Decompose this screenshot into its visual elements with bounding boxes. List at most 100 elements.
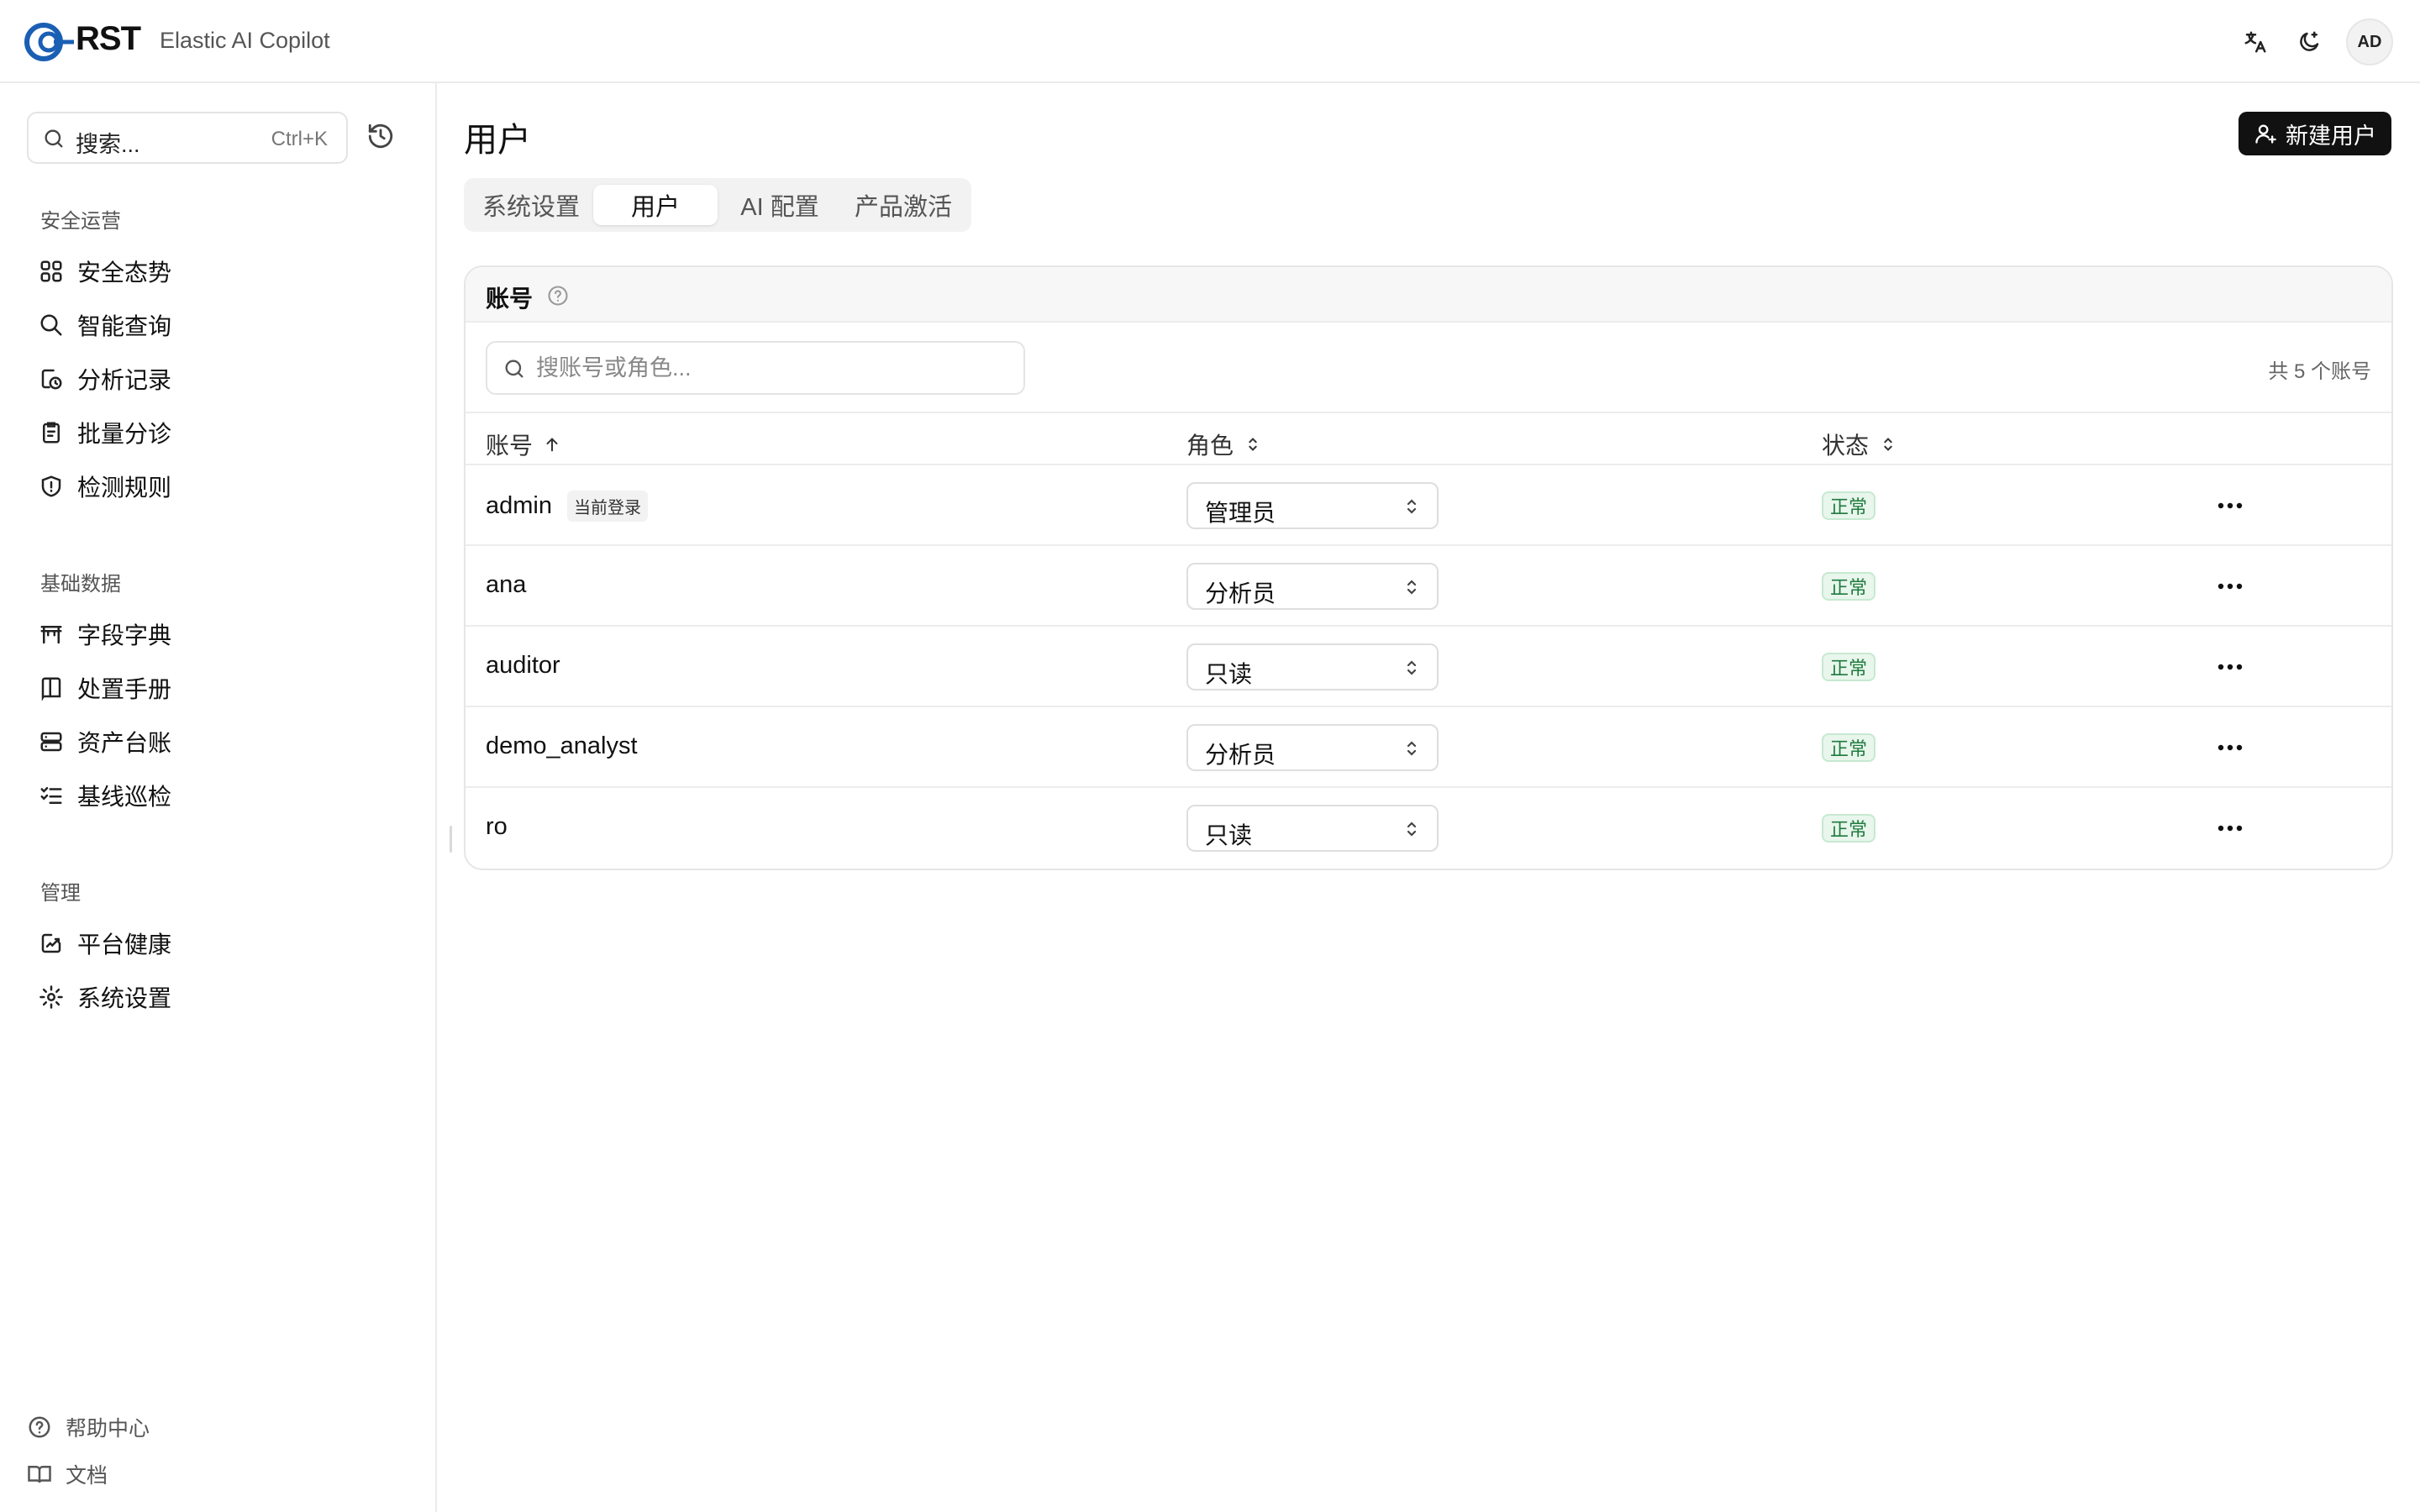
sidebar-item-asset-ledger[interactable]: 资产台账 bbox=[27, 718, 410, 765]
account-name: demo_analyst bbox=[486, 732, 638, 759]
column-header-label: 账号 bbox=[486, 433, 534, 459]
more-actions-icon[interactable] bbox=[2213, 815, 2247, 842]
role-select-value: 分析员 bbox=[1205, 580, 1276, 606]
search-shortcut: Ctrl+K bbox=[271, 128, 328, 150]
sidebar-item-label: 处置手册 bbox=[77, 676, 172, 702]
role-select-value: 分析员 bbox=[1205, 742, 1276, 768]
sort-toggle-icon bbox=[1879, 435, 1897, 454]
column-header-role[interactable]: 角色 bbox=[1186, 428, 1262, 461]
sidebar-group-title: 管理 bbox=[40, 882, 81, 905]
sidebar-item-system-settings[interactable]: 系统设置 bbox=[27, 974, 410, 1021]
help-icon bbox=[27, 1415, 52, 1440]
new-user-button[interactable]: 新建用户 bbox=[2238, 112, 2391, 155]
sidebar-item-label: 基线巡检 bbox=[77, 784, 172, 810]
gear-icon bbox=[39, 984, 64, 1010]
sidebar-item-label: 字段字典 bbox=[77, 622, 172, 648]
sidebar-item-label: 智能查询 bbox=[77, 313, 172, 339]
sidebar-group-title: 安全运营 bbox=[40, 210, 121, 233]
account-search-input[interactable] bbox=[536, 351, 1007, 385]
tab-ai-config[interactable]: AI 配置 bbox=[719, 185, 840, 225]
theme-moon-icon[interactable] bbox=[2292, 25, 2326, 59]
sidebar-item-security-posture[interactable]: 安全态势 bbox=[27, 248, 410, 295]
clipboard-icon bbox=[39, 420, 64, 445]
sidebar-item-batch-triage[interactable]: 批量分诊 bbox=[27, 409, 410, 456]
chart-icon bbox=[39, 931, 64, 956]
account-search[interactable] bbox=[486, 341, 1025, 395]
status-badge: 正常 bbox=[1822, 572, 1876, 601]
table-row: ana 分析员 正常 bbox=[466, 546, 2391, 627]
accounts-card-header: 账号 bbox=[466, 267, 2391, 323]
sidebar: 搜索... Ctrl+K 安全运营 安全态势 智能查询 分析记录 批量分诊 检测… bbox=[0, 83, 437, 1512]
sidebar-item-detection-rules[interactable]: 检测规则 bbox=[27, 463, 410, 510]
page-title: 用户 bbox=[464, 122, 531, 159]
role-select-value: 只读 bbox=[1205, 822, 1253, 848]
sidebar-item-label: 安全态势 bbox=[77, 260, 172, 286]
chevron-up-down-icon bbox=[1402, 496, 1422, 517]
history-icon bbox=[39, 366, 64, 391]
chevron-up-down-icon bbox=[1402, 577, 1422, 597]
table-row: demo_analyst 分析员 正常 bbox=[466, 707, 2391, 788]
tab-product-activation[interactable]: 产品激活 bbox=[842, 185, 965, 225]
more-actions-icon[interactable] bbox=[2213, 573, 2247, 600]
table-header: 账号 角色 状态 bbox=[466, 412, 2391, 465]
role-select[interactable]: 分析员 bbox=[1186, 724, 1439, 771]
more-actions-icon[interactable] bbox=[2213, 654, 2247, 680]
grid-icon bbox=[39, 259, 64, 284]
sidebar-item-label: 资产台账 bbox=[77, 730, 172, 756]
account-name: admin bbox=[486, 492, 552, 519]
sidebar-docs[interactable]: 文档 bbox=[27, 1456, 108, 1493]
status-badge: 正常 bbox=[1822, 814, 1876, 843]
table-row: admin 当前登录 管理员 正常 bbox=[466, 465, 2391, 546]
checklist-icon bbox=[39, 783, 64, 808]
chevron-up-down-icon bbox=[1402, 738, 1422, 759]
sidebar-group-title: 基础数据 bbox=[40, 573, 121, 596]
search-icon bbox=[39, 312, 64, 338]
sidebar-item-playbook[interactable]: 处置手册 bbox=[27, 664, 410, 711]
account-name: auditor bbox=[486, 652, 560, 679]
user-avatar[interactable]: AD bbox=[2346, 18, 2393, 66]
account-cell: admin 当前登录 bbox=[486, 491, 648, 522]
table-row: ro 只读 正常 bbox=[466, 788, 2391, 869]
shield-icon bbox=[39, 474, 64, 499]
server-icon bbox=[39, 729, 64, 754]
sidebar-item-smart-query[interactable]: 智能查询 bbox=[27, 302, 410, 349]
sidebar-item-label: 检测规则 bbox=[77, 475, 172, 501]
sort-ascending-icon bbox=[543, 435, 561, 454]
role-select[interactable]: 只读 bbox=[1186, 643, 1439, 690]
sidebar-item-label: 平台健康 bbox=[77, 932, 172, 958]
column-header-status[interactable]: 状态 bbox=[1822, 428, 1897, 461]
status-badge: 正常 bbox=[1822, 653, 1876, 681]
chevron-up-down-icon bbox=[1402, 819, 1422, 839]
search-icon bbox=[502, 357, 526, 381]
sidebar-item-field-dictionary[interactable]: 字段字典 bbox=[27, 611, 410, 658]
role-select-value: 只读 bbox=[1205, 661, 1253, 687]
role-select[interactable]: 管理员 bbox=[1186, 482, 1439, 529]
account-cell: auditor bbox=[486, 652, 560, 680]
help-icon[interactable] bbox=[546, 284, 570, 307]
tab-users[interactable]: 用户 bbox=[593, 185, 718, 225]
global-search[interactable]: 搜索... Ctrl+K bbox=[27, 112, 348, 164]
sidebar-item-platform-health[interactable]: 平台健康 bbox=[27, 920, 410, 967]
role-select[interactable]: 只读 bbox=[1186, 805, 1439, 852]
sidebar-resize-handle[interactable] bbox=[450, 826, 452, 853]
history-icon[interactable] bbox=[366, 122, 395, 150]
sidebar-item-label: 批量分诊 bbox=[77, 421, 172, 447]
role-select[interactable]: 分析员 bbox=[1186, 563, 1439, 610]
column-header-label: 角色 bbox=[1186, 433, 1234, 459]
chevron-up-down-icon bbox=[1402, 658, 1422, 678]
sidebar-item-analysis-records[interactable]: 分析记录 bbox=[27, 355, 410, 402]
sidebar-item-baseline-inspection[interactable]: 基线巡检 bbox=[27, 772, 410, 819]
more-actions-icon[interactable] bbox=[2213, 734, 2247, 761]
account-cell: ro bbox=[486, 813, 508, 841]
sidebar-item-label: 系统设置 bbox=[77, 985, 172, 1011]
account-name: ana bbox=[486, 571, 527, 598]
accounts-card-title: 账号 bbox=[486, 286, 534, 312]
more-actions-icon[interactable] bbox=[2213, 492, 2247, 519]
sidebar-help-center[interactable]: 帮助中心 bbox=[27, 1409, 150, 1446]
table-row: auditor 只读 正常 bbox=[466, 627, 2391, 707]
tab-system-settings[interactable]: 系统设置 bbox=[471, 185, 592, 225]
new-user-button-label: 新建用户 bbox=[2286, 123, 2376, 149]
top-header: RST Elastic AI Copilot AD bbox=[0, 0, 2420, 83]
translate-icon[interactable] bbox=[2238, 25, 2272, 59]
column-header-account[interactable]: 账号 bbox=[486, 428, 561, 461]
